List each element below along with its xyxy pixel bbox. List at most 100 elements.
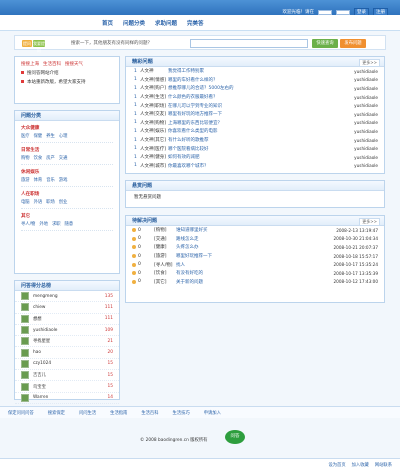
- pending-question-row[interactable]: 0 [旅游] 哪里好玩推荐一下 2008-10-18 15:57:17: [126, 252, 384, 261]
- question-link[interactable]: 谁知道哪里好买: [176, 227, 336, 233]
- question-link[interactable]: 有没有好吃的: [176, 270, 334, 276]
- question-link[interactable]: 什么颜色的衣服最好看？: [168, 94, 354, 100]
- footer-link[interactable]: 生活百科: [141, 410, 158, 416]
- hot-question-row[interactable]: 1 人文神[娱乐] 你喜欢看什么类型的电影 yushidiaole: [126, 127, 384, 136]
- question-link[interactable]: 头疼怎么办: [176, 244, 334, 250]
- category-item[interactable]: 养生: [46, 133, 55, 139]
- pending-more-button[interactable]: 更多>>: [359, 218, 380, 226]
- user-name[interactable]: czy1024: [33, 361, 108, 366]
- hot-question-row[interactable]: 1 人文神[城市] 你最喜欢哪个城市？ yushidiaole: [126, 162, 384, 171]
- pending-question-row[interactable]: 0 [其它] 关于新的问题 2008-10-12 17:43:00: [126, 278, 384, 287]
- ask-button[interactable]: 我要提问: [33, 40, 45, 53]
- pending-question-row[interactable]: 0 [购物] 谁知道哪里好买 2008-2-13 13:19:47: [126, 226, 384, 235]
- password-input[interactable]: [336, 9, 350, 15]
- question-link[interactable]: 找人: [176, 262, 334, 268]
- category-item[interactable]: 旅游: [21, 177, 30, 183]
- user-name[interactable]: mengmeng: [33, 294, 105, 299]
- category-item[interactable]: 医疗: [21, 133, 30, 139]
- pending-question-row[interactable]: 0 [寻人/物] 找人 2008-10-17 15:35:24: [126, 260, 384, 269]
- question-link[interactable]: 你喜欢看什么类型的电影: [168, 128, 354, 134]
- pending-question-row[interactable]: 0 [健康] 头疼怎么办 2008-10-21 20:07:37: [126, 243, 384, 252]
- user-row[interactable]: 鸟宝宝 15: [15, 381, 119, 393]
- footer-link[interactable]: 生活技巧: [173, 410, 190, 416]
- question-link[interactable]: 你最喜欢哪个城市？: [168, 163, 354, 169]
- footer-link[interactable]: 搜索保定: [48, 410, 65, 416]
- bottom-link[interactable]: 网站联系: [375, 462, 392, 468]
- category-item[interactable]: 外语: [34, 199, 43, 205]
- user-row[interactable]: yushidiaole 109: [15, 325, 119, 337]
- user-name[interactable]: yushidiaole: [33, 328, 105, 333]
- hot-more-button[interactable]: 更多>>: [359, 59, 380, 67]
- user-name[interactable]: 吉吉儿: [33, 372, 108, 378]
- search-input[interactable]: [190, 39, 308, 48]
- nav-categories[interactable]: 问题分类: [123, 19, 145, 27]
- category-item[interactable]: 创业: [59, 199, 68, 205]
- side-link[interactable]: 搜搜天气: [65, 61, 83, 67]
- user-row[interactable]: 寻找星星 21: [15, 336, 119, 348]
- question-link[interactable]: 我觉得工作特别累: [168, 68, 354, 74]
- user-name[interactable]: 鸟宝宝: [33, 384, 108, 390]
- pending-question-row[interactable]: 0 [交通] 路线怎么走 2008-10-30 21:04:34: [126, 235, 384, 244]
- category-item[interactable]: 外地: [39, 221, 48, 227]
- category-item[interactable]: 体育: [34, 177, 43, 183]
- hot-question-row[interactable]: 1 人文神[健身] 如何有效的减肥 yushidiaole: [126, 153, 384, 162]
- hot-question-row[interactable]: 1 人文神 我觉得工作特别累 yushidiaole: [126, 67, 384, 76]
- user-row[interactable]: mengmeng 135: [15, 291, 119, 303]
- user-name[interactable]: hao: [33, 350, 108, 355]
- question-link[interactable]: 上海哪里的东西比较便宜？: [168, 120, 354, 126]
- user-name[interactable]: 寻找星星: [33, 338, 108, 344]
- category-item[interactable]: 求职: [52, 221, 61, 227]
- category-group-name[interactable]: 休闲娱乐: [21, 167, 113, 175]
- nav-home[interactable]: 首页: [102, 19, 113, 27]
- question-link[interactable]: 在哪儿可以学到专业的知识: [168, 103, 354, 109]
- footer-link[interactable]: 保定问问问答: [8, 410, 34, 416]
- category-group-name[interactable]: 日常生活: [21, 145, 113, 153]
- side-bullet[interactable]: 搜问答网站介绍: [27, 71, 59, 76]
- side-bullet[interactable]: 本站重新改版，希望大家支持: [27, 80, 86, 85]
- user-row[interactable]: Warren 14: [15, 393, 119, 404]
- category-group-name[interactable]: 人在职场: [21, 189, 113, 197]
- question-link[interactable]: 哪里有好玩的地方推荐一下: [168, 111, 354, 117]
- hot-question-row[interactable]: 1 人文神[医疗] 哪个医院看病比较好 yushidiaole: [126, 144, 384, 153]
- user-row[interactable]: chiew 111: [15, 302, 119, 314]
- category-group-name[interactable]: 其它: [21, 211, 113, 219]
- footer-link[interactable]: 申请加入: [204, 410, 221, 416]
- hot-question-row[interactable]: 1 人文神[职场] 在哪儿可以学到专业的知识 yushidiaole: [126, 101, 384, 110]
- nav-perfect[interactable]: 完美答: [187, 19, 204, 27]
- category-item[interactable]: 购物: [21, 155, 30, 161]
- user-row[interactable]: hao 20: [15, 347, 119, 359]
- user-row[interactable]: czy1024 15: [15, 359, 119, 371]
- hot-question-row[interactable]: 1 人文神[生活] 什么颜色的衣服最好看？ yushidiaole: [126, 93, 384, 102]
- category-item[interactable]: 饮食: [34, 155, 43, 161]
- question-link[interactable]: 路线怎么走: [176, 236, 334, 242]
- hot-question-row[interactable]: 1 人文神[情感] 哪里的车好看什么样的？ yushidiaole: [126, 76, 384, 85]
- hot-question-row[interactable]: 1 人文神[其它] 有什么好听的歌推荐 yushidiaole: [126, 136, 384, 145]
- category-item[interactable]: 寻人/物: [21, 221, 35, 227]
- category-item[interactable]: 音乐: [46, 177, 55, 183]
- category-item[interactable]: 电脑: [21, 199, 30, 205]
- category-item[interactable]: 心理: [59, 133, 68, 139]
- question-link[interactable]: 关于新的问题: [176, 279, 334, 285]
- hot-question-row[interactable]: 1 人文神[交友] 哪里有好玩的地方推荐一下 yushidiaole: [126, 110, 384, 119]
- footer-link[interactable]: 生活指南: [110, 410, 127, 416]
- category-item[interactable]: 游戏: [59, 177, 68, 183]
- side-link[interactable]: 搜搜上海: [21, 61, 39, 67]
- side-link[interactable]: 生活百科: [43, 61, 61, 67]
- question-link[interactable]: 哪个医院看病比较好: [168, 146, 354, 152]
- category-item[interactable]: 职场: [46, 199, 55, 205]
- hot-question-row[interactable]: 1 人文神[购物] 上海哪里的东西比较便宜？ yushidiaole: [126, 119, 384, 128]
- post-question-button[interactable]: 发布问题: [340, 39, 366, 48]
- query-button[interactable]: 快速查询: [312, 39, 338, 48]
- question-link[interactable]: 有什么好听的歌推荐: [168, 137, 354, 143]
- question-link[interactable]: 哪里好玩推荐一下: [176, 253, 334, 259]
- bottom-link[interactable]: 设为首页: [328, 462, 345, 468]
- category-item[interactable]: 交通: [59, 155, 68, 161]
- hot-question-row[interactable]: 1 人文神[购户] 想推荐哪儿的合适？5000左右的 yushidiaole: [126, 84, 384, 93]
- question-link[interactable]: 想推荐哪儿的合适？5000左右的: [168, 85, 354, 91]
- footer-link[interactable]: 问问生活: [79, 410, 96, 416]
- category-group-name[interactable]: 大众健康: [21, 123, 113, 131]
- username-input[interactable]: [318, 9, 332, 15]
- bottom-link[interactable]: 加入收藏: [352, 462, 369, 468]
- nav-help[interactable]: 求助问题: [155, 19, 177, 27]
- user-name[interactable]: Warren: [33, 395, 108, 400]
